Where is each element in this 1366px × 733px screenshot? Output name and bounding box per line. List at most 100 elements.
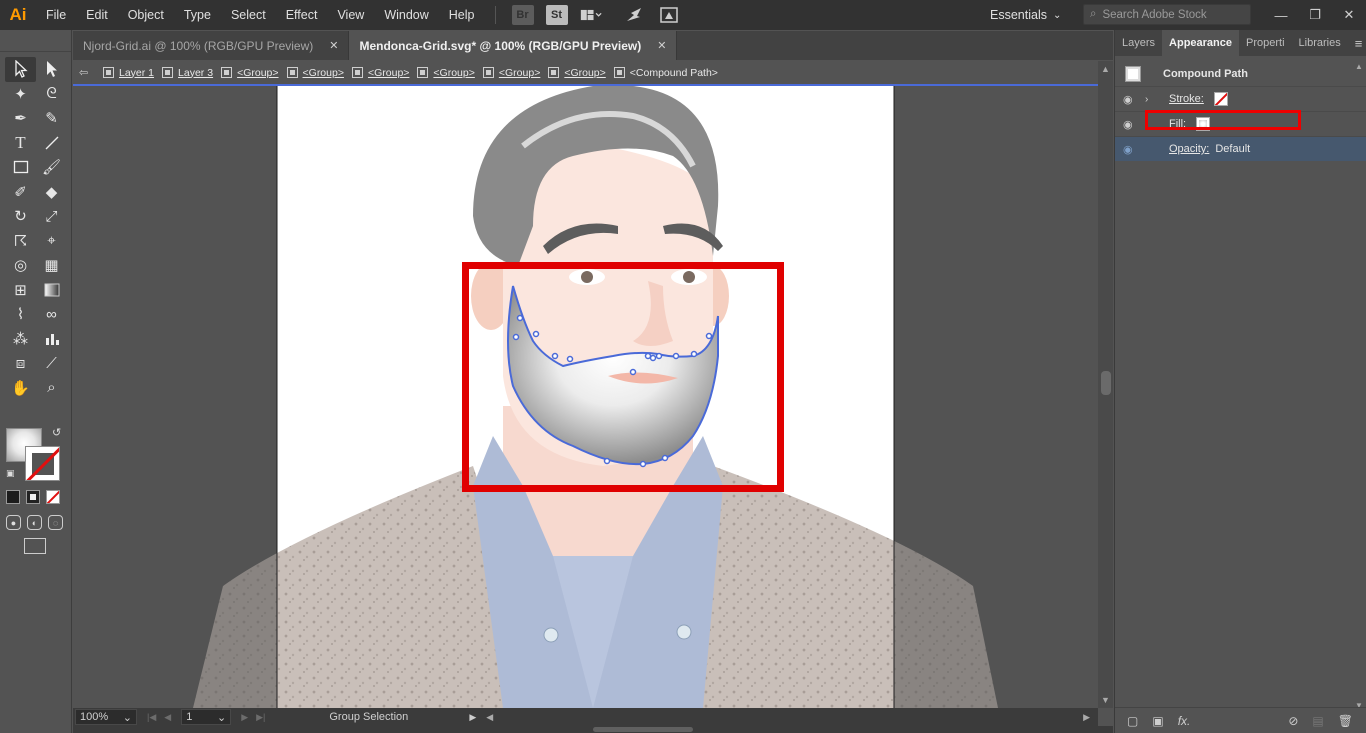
crumb-group[interactable]: <Group> (286, 67, 344, 79)
warp-tool-icon[interactable]: ☈ (5, 229, 36, 254)
crumb-group[interactable]: <Group> (548, 67, 606, 79)
draw-normal-icon[interactable]: ● (6, 515, 21, 530)
gradient-mode-icon[interactable] (26, 490, 40, 504)
none-mode-icon[interactable] (46, 490, 60, 504)
swap-fill-stroke-icon[interactable]: ↺ (52, 426, 61, 439)
menu-object[interactable]: Object (118, 0, 174, 30)
scroll-left-icon[interactable]: ◀ (486, 712, 493, 723)
crumb-layer[interactable]: Layer 1 (103, 67, 154, 79)
menu-select[interactable]: Select (221, 0, 276, 30)
minimize-icon[interactable]: — (1264, 0, 1298, 30)
crumb-group[interactable]: <Group> (351, 67, 409, 79)
panel-menu-icon[interactable]: ≡ (1348, 30, 1366, 56)
add-new-fill-icon[interactable]: ▣ (1152, 714, 1163, 728)
stroke-label[interactable]: Stroke: (1169, 93, 1204, 105)
slice-tool-icon[interactable]: ⟋ (36, 351, 67, 376)
menu-file[interactable]: File (36, 0, 76, 30)
eraser-tool-icon[interactable]: ◆ (36, 180, 67, 205)
gradient-tool-icon[interactable] (36, 278, 67, 303)
type-tool-icon[interactable]: T (5, 131, 36, 156)
selection-tool-icon[interactable] (5, 57, 36, 82)
workspace-switcher[interactable]: Essentials ⌄ (990, 0, 1061, 30)
magic-wand-tool-icon[interactable]: ✦ (5, 82, 36, 107)
default-fill-stroke-icon[interactable]: ▣ (6, 468, 15, 479)
tab-njord-grid[interactable]: Njord-Grid.ai @ 100% (RGB/GPU Preview) ✕ (73, 31, 350, 60)
bridge-button[interactable]: Br (511, 5, 534, 25)
hand-tool-icon[interactable]: ✋ (5, 376, 36, 401)
artboard-canvas[interactable] (73, 86, 1098, 708)
crumb-compound-path[interactable]: <Compound Path> (613, 67, 718, 79)
delete-icon[interactable]: 🗑 (1338, 714, 1353, 728)
artboard-tool-icon[interactable]: ⧈ (5, 351, 36, 376)
scroll-up-icon[interactable]: ▲ (1101, 64, 1110, 74)
tab-appearance[interactable]: Appearance (1162, 30, 1240, 56)
appearance-row-stroke[interactable]: ◉ › Stroke: (1115, 86, 1366, 111)
perspective-grid-tool-icon[interactable]: ▦ (36, 253, 67, 278)
rotate-tool-icon[interactable]: ↻ (5, 204, 36, 229)
free-transform-tool-icon[interactable]: ⌖ (36, 229, 67, 254)
color-mode-icon[interactable] (6, 490, 20, 504)
draw-inside-icon[interactable]: ◌ (48, 515, 63, 530)
mesh-tool-icon[interactable]: ⊞ (5, 278, 36, 303)
gpu-performance-icon[interactable] (624, 5, 646, 25)
last-artboard-icon[interactable]: ▶| (256, 712, 265, 723)
scroll-thumb[interactable] (593, 727, 693, 732)
direct-selection-tool-icon[interactable] (36, 57, 67, 82)
menu-window[interactable]: Window (374, 0, 438, 30)
status-menu-arrow-icon[interactable]: ▶ (469, 712, 476, 723)
horizontal-scrollbar[interactable] (73, 726, 1113, 733)
close-window-icon[interactable]: ✕ (1332, 0, 1366, 30)
tab-mendonca-grid[interactable]: Mendonca-Grid.svg* @ 100% (RGB/GPU Previ… (349, 31, 678, 60)
stock-button[interactable]: St (545, 5, 568, 25)
menu-edit[interactable]: Edit (76, 0, 118, 30)
back-arrow-icon[interactable]: ⇦ (79, 66, 95, 79)
scroll-thumb[interactable] (1101, 371, 1111, 395)
appearance-row-fill[interactable]: ◉ › Fill: (1115, 110, 1366, 136)
rectangle-tool-icon[interactable] (5, 155, 36, 180)
chevron-right-icon[interactable]: › (1145, 94, 1155, 105)
shape-builder-tool-icon[interactable]: ◎ (5, 253, 36, 278)
zoom-level-select[interactable]: 100% ⌄ (75, 709, 137, 725)
clear-appearance-icon[interactable]: ⊘ (1288, 714, 1298, 728)
close-icon[interactable]: ✕ (329, 39, 338, 52)
crumb-layer[interactable]: Layer 3 (162, 67, 213, 79)
paintbrush-tool-icon[interactable]: 🖌 (36, 155, 67, 180)
visibility-eye-icon[interactable]: ◉ (1123, 93, 1141, 106)
scroll-up-icon[interactable]: ▲ (1355, 62, 1363, 71)
scale-tool-icon[interactable]: ⤢ (36, 204, 67, 229)
tab-libraries[interactable]: Libraries (1292, 30, 1348, 56)
scroll-right-icon[interactable]: ▶ (1083, 712, 1090, 723)
menu-effect[interactable]: Effect (276, 0, 328, 30)
draw-behind-icon[interactable]: ◐ (27, 515, 42, 530)
vertical-scrollbar[interactable]: ▲ ▼ (1098, 61, 1113, 708)
symbol-sprayer-tool-icon[interactable]: ⁂ (5, 327, 36, 352)
screen-mode-icon[interactable] (24, 538, 46, 554)
curvature-tool-icon[interactable]: ✎ (36, 106, 67, 131)
menu-view[interactable]: View (327, 0, 374, 30)
scroll-down-icon[interactable]: ▼ (1101, 695, 1110, 705)
crumb-group[interactable]: <Group> (482, 67, 540, 79)
visibility-eye-icon[interactable]: ◉ (1123, 143, 1141, 156)
next-artboard-icon[interactable]: ▶ (241, 712, 248, 723)
crumb-group[interactable]: <Group> (221, 67, 279, 79)
eyedropper-tool-icon[interactable]: ⌇ (5, 302, 36, 327)
stroke-swatch[interactable] (25, 446, 60, 481)
pen-tool-icon[interactable]: ✒ (5, 106, 36, 131)
appearance-row-opacity[interactable]: ◉ Opacity: Default (1115, 136, 1366, 161)
restore-icon[interactable]: ❐ (1298, 0, 1332, 30)
tab-layers[interactable]: Layers (1115, 30, 1162, 56)
menu-type[interactable]: Type (174, 0, 221, 30)
panel-scrollbar[interactable]: ▲ ▼ (1353, 60, 1365, 710)
close-icon[interactable]: ✕ (657, 39, 666, 52)
add-new-stroke-icon[interactable]: ▢ (1127, 714, 1138, 728)
crumb-group[interactable]: <Group> (417, 67, 475, 79)
lasso-tool-icon[interactable]: ᘓ (36, 82, 67, 107)
publish-icon[interactable] (658, 5, 680, 25)
blend-tool-icon[interactable]: ∞ (36, 302, 67, 327)
first-artboard-icon[interactable]: |◀ (147, 712, 156, 723)
zoom-tool-icon[interactable]: ⌕ (36, 376, 67, 401)
tab-properties[interactable]: Properti (1239, 30, 1292, 56)
menu-help[interactable]: Help (439, 0, 485, 30)
visibility-eye-icon[interactable]: ◉ (1123, 118, 1141, 131)
column-graph-tool-icon[interactable] (36, 327, 67, 352)
